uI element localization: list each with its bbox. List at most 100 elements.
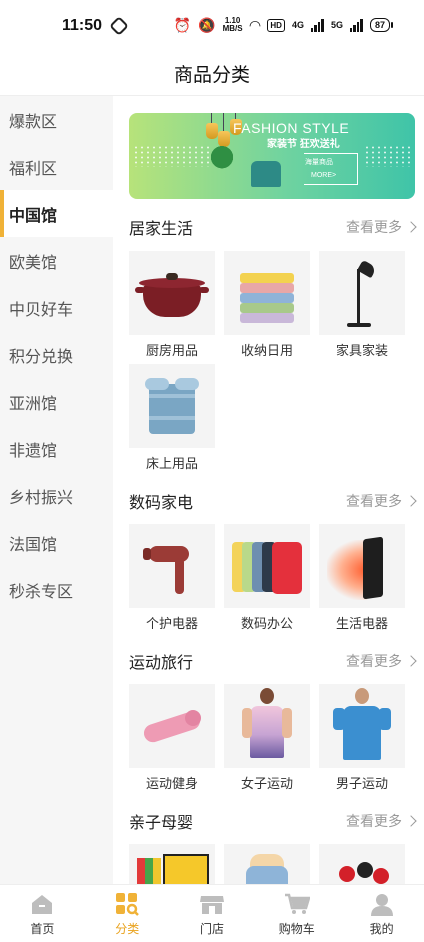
sidebar-item-europe-america[interactable]: 欧美馆 <box>0 237 113 284</box>
signal-4g-label: 4G <box>291 20 304 30</box>
view-more-link[interactable]: 查看更多 <box>346 217 417 237</box>
sidebar-item-china[interactable]: 中国馆 <box>0 190 113 237</box>
space-heater-icon <box>319 524 405 608</box>
page-header: 商品分类 <box>0 52 424 96</box>
sidebar-item-hot[interactable]: 爆款区 <box>0 96 113 143</box>
sidebar-item-rural[interactable]: 乡村振兴 <box>0 472 113 519</box>
mens-sportswear-icon <box>319 684 405 768</box>
sidebar-item-flash-sale[interactable]: 秒杀专区 <box>0 566 113 613</box>
category-tile-storage[interactable]: 收纳日用 <box>224 251 310 359</box>
banner-title: FASHION STYLE <box>233 120 350 136</box>
view-more-link[interactable]: 查看更多 <box>346 811 417 831</box>
sidebar-item-label: 秒杀专区 <box>9 583 74 601</box>
category-tile-baby-bottles[interactable] <box>224 844 310 884</box>
signal-icon-2 <box>349 18 363 32</box>
lamp-cord <box>211 113 212 123</box>
womens-sportswear-icon <box>224 684 310 768</box>
sidebar-item-label: 爆款区 <box>9 113 58 131</box>
category-tile-kitchen[interactable]: 厨房用品 <box>129 251 215 359</box>
section-title: 亲子母婴 <box>129 815 194 832</box>
page-title: 商品分类 <box>173 65 250 86</box>
signal-icon <box>310 18 324 32</box>
sidebar-item-welfare[interactable]: 福利区 <box>0 143 113 190</box>
status-time: 11:50 <box>62 17 103 34</box>
section-header-parent-baby: 亲子母婴 查看更多 <box>129 806 417 836</box>
sidebar-item-label: 亚洲馆 <box>9 395 58 413</box>
section-header-sports-travel: 运动旅行 查看更多 <box>129 646 417 676</box>
nav-label: 分类 <box>115 922 140 936</box>
floor-lamp-icon <box>319 251 405 335</box>
store-icon <box>199 892 225 916</box>
promo-banner[interactable]: FASHION STYLE 家装节 狂欢送礼 海量商品 MORE> <box>129 113 415 199</box>
lamp-cord <box>223 113 224 131</box>
banner-dots-decoration <box>364 145 410 167</box>
section-title: 数码家电 <box>129 495 194 512</box>
chevron-right-icon <box>405 815 417 827</box>
status-icons: ⏰ 🔕 1.10 MB/S ◠ HD 4G 5G 87 <box>173 17 394 33</box>
category-sidebar: 爆款区 福利区 中国馆 欧美馆 中贝好车 积分兑换 亚洲馆 非遗馆 乡村振兴 法… <box>0 96 113 884</box>
sidebar-item-label: 中贝好车 <box>9 301 74 319</box>
sidebar-item-heritage[interactable]: 非遗馆 <box>0 425 113 472</box>
category-tile-toys[interactable] <box>319 844 405 884</box>
sidebar-item-france[interactable]: 法国馆 <box>0 519 113 566</box>
nav-cart[interactable]: 购物车 <box>254 885 339 942</box>
banner-subtitle: 家装节 狂欢送礼 <box>267 139 340 150</box>
category-tile-home-appliances[interactable]: 生活电器 <box>319 524 405 632</box>
home-icon <box>29 892 55 916</box>
bedding-set-icon <box>129 364 215 448</box>
category-tile-furniture[interactable]: 家具家装 <box>319 251 405 359</box>
sidebar-item-label: 乡村振兴 <box>9 489 74 507</box>
category-tile-digital-office[interactable]: 数码办公 <box>224 524 310 632</box>
chevron-right-icon <box>405 495 417 507</box>
section-title: 运动旅行 <box>129 655 194 672</box>
cart-icon <box>284 892 311 916</box>
view-more-link[interactable]: 查看更多 <box>346 491 417 511</box>
category-tile-mens-sports[interactable]: 男子运动 <box>319 684 405 792</box>
sidebar-item-label: 法国馆 <box>9 536 58 554</box>
category-content: FASHION STYLE 家装节 狂欢送礼 海量商品 MORE> 居家生活 查… <box>113 96 424 884</box>
sidebar-item-cars[interactable]: 中贝好车 <box>0 284 113 331</box>
app-notification-icon <box>109 16 129 36</box>
category-tile-kids-books[interactable] <box>129 844 215 884</box>
network-speed: 1.10 MB/S <box>223 17 243 33</box>
folded-towels-icon <box>224 251 310 335</box>
nav-home[interactable]: 首页 <box>0 885 85 942</box>
category-tile-womens-sports[interactable]: 女子运动 <box>224 684 310 792</box>
nav-store[interactable]: 门店 <box>170 885 255 942</box>
nav-label: 购物车 <box>278 922 315 936</box>
network-speed-unit: MB/S <box>222 24 243 33</box>
yoga-mat-icon <box>129 684 215 768</box>
sidebar-item-label: 积分兑换 <box>9 348 74 366</box>
sidebar-item-label: 欧美馆 <box>9 254 58 272</box>
category-tile-fitness[interactable]: 运动健身 <box>129 684 215 792</box>
view-more-label: 查看更多 <box>346 653 402 669</box>
nav-category[interactable]: 分类 <box>85 885 170 942</box>
category-tile-bedding[interactable]: 床上用品 <box>129 364 215 472</box>
mute-icon: 🔕 <box>198 17 216 33</box>
category-tile-personal-care[interactable]: 个护电器 <box>129 524 215 632</box>
view-more-link[interactable]: 查看更多 <box>346 651 417 671</box>
sidebar-item-asia[interactable]: 亚洲馆 <box>0 378 113 425</box>
pendant-lamp-icon <box>218 131 230 147</box>
nav-label: 门店 <box>199 922 224 936</box>
alarm-icon: ⏰ <box>173 17 192 33</box>
banner-more: MORE> <box>311 172 337 179</box>
wifi-icon: ◠ <box>249 17 261 33</box>
tile-label: 男子运动 <box>335 776 388 791</box>
banner-dots-decoration <box>133 145 213 167</box>
chair-icon <box>251 161 281 187</box>
section-header-digital-appliances: 数码家电 查看更多 <box>129 486 417 516</box>
bottom-nav: 首页 分类 门店 购物车 我的 <box>0 884 424 942</box>
sidebar-item-label: 非遗馆 <box>9 442 58 460</box>
tile-label: 生活电器 <box>335 616 388 631</box>
sidebar-item-points[interactable]: 积分兑换 <box>0 331 113 378</box>
sidebar-item-label: 中国馆 <box>9 207 58 225</box>
signal-5g-label: 5G <box>330 20 343 30</box>
tile-label: 数码办公 <box>240 616 293 631</box>
nav-label: 首页 <box>30 922 55 936</box>
view-more-label: 查看更多 <box>346 813 402 829</box>
category-icon <box>114 892 140 916</box>
tile-label: 床上用品 <box>145 456 198 471</box>
casserole-pot-icon <box>129 251 215 335</box>
nav-profile[interactable]: 我的 <box>339 885 424 942</box>
